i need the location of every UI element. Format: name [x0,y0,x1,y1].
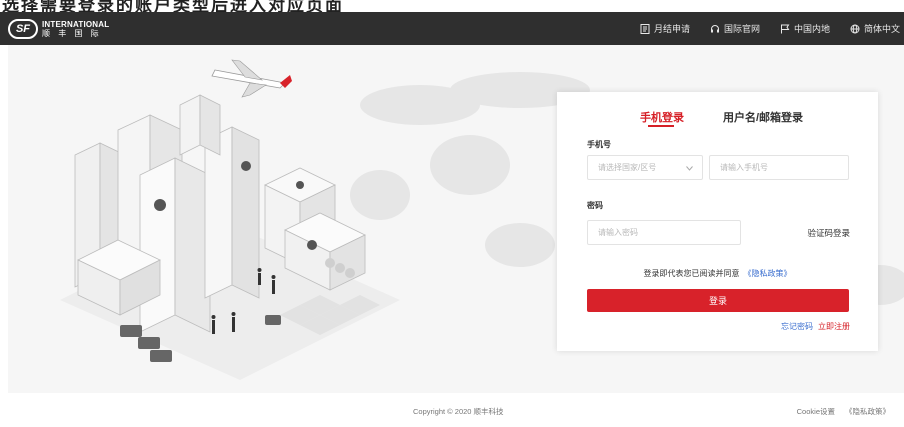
sf-logo-mark: SF [8,19,38,39]
nav-label: 月结申请 [653,24,690,34]
password-placeholder: 请输入密码 [598,228,638,237]
register-link[interactable]: 立即注册 [818,322,850,331]
tab-username-login[interactable]: 用户名/邮箱登录 [723,109,803,125]
login-card: 手机登录 用户名/邮箱登录 手机号 请选择国家/区号 请输入手机号 密码 请输入… [557,92,878,351]
country-code-placeholder: 请选择国家/区号 [598,163,657,172]
top-nav: 月结申请 国际官网 中国内地 简体中文 [620,12,900,45]
nav-label: 中国内地 [793,24,830,34]
password-input[interactable]: 请输入密码 [587,220,741,245]
clipped-text: 选择需要登录的账户类型后进入对应页面 [2,0,344,12]
privacy-policy-link[interactable]: 《隐私政策》 [744,269,792,278]
chevron-down-icon [686,164,693,173]
airplane-illustration [211,59,292,98]
password-label: 密码 [587,201,603,210]
flag-icon [780,24,790,34]
tab-phone-login[interactable]: 手机登录 [640,109,684,127]
sms-code-login-link[interactable]: 验证码登录 [807,227,850,239]
nav-label: 国际官网 [723,24,760,34]
nav-monthly-apply[interactable]: 月结申请 [640,22,690,35]
phone-placeholder: 请输入手机号 [720,163,768,172]
headset-icon [710,24,720,34]
brand-name-cn: 顺 丰 国 际 [42,29,102,38]
hero-banner: 手机登录 用户名/邮箱登录 手机号 请选择国家/区号 请输入手机号 密码 请输入… [0,45,904,393]
copyright-text: Copyright © 2020 顺丰科技 [413,407,504,416]
footer-links: Cookie设置 《隐私政策》 [797,406,890,417]
nav-intl-site[interactable]: 国际官网 [710,22,760,35]
account-links: 忘记密码 立即注册 [781,321,850,332]
page-footer: Copyright © 2020 顺丰科技 Cookie设置 《隐私政策》 [8,393,904,427]
nav-label: 简体中文 [863,24,900,34]
phone-label: 手机号 [587,140,611,149]
agreement-text: 登录即代表您已阅读并同意 《隐私政策》 [557,268,878,279]
left-edge [0,45,8,427]
footer-privacy-link[interactable]: 《隐私政策》 [845,407,890,416]
phone-input[interactable]: 请输入手机号 [709,155,849,180]
cookie-settings-link[interactable]: Cookie设置 [797,407,835,416]
nav-region[interactable]: 中国内地 [780,22,830,35]
agreement-label: 登录即代表您已阅读并同意 [643,269,740,278]
globe-icon [850,24,860,34]
nav-language[interactable]: 简体中文 [850,22,900,35]
forgot-password-link[interactable]: 忘记密码 [781,322,813,331]
clipped-text-strip: 选择需要登录的账户类型后进入对应页面 [0,0,904,12]
country-code-select[interactable]: 请选择国家/区号 [587,155,703,180]
brand-name-en: INTERNATIONAL [42,20,110,29]
top-header: SF INTERNATIONAL 顺 丰 国 际 月结申请 国际官网 中国内地 [0,12,904,45]
brand-logo[interactable]: SF INTERNATIONAL 顺 丰 国 际 [8,18,109,40]
login-tabs: 手机登录 用户名/邮箱登录 [557,109,878,129]
document-icon [640,23,650,34]
brand-name: INTERNATIONAL 顺 丰 国 际 [42,20,109,38]
login-button[interactable]: 登录 [587,289,849,312]
